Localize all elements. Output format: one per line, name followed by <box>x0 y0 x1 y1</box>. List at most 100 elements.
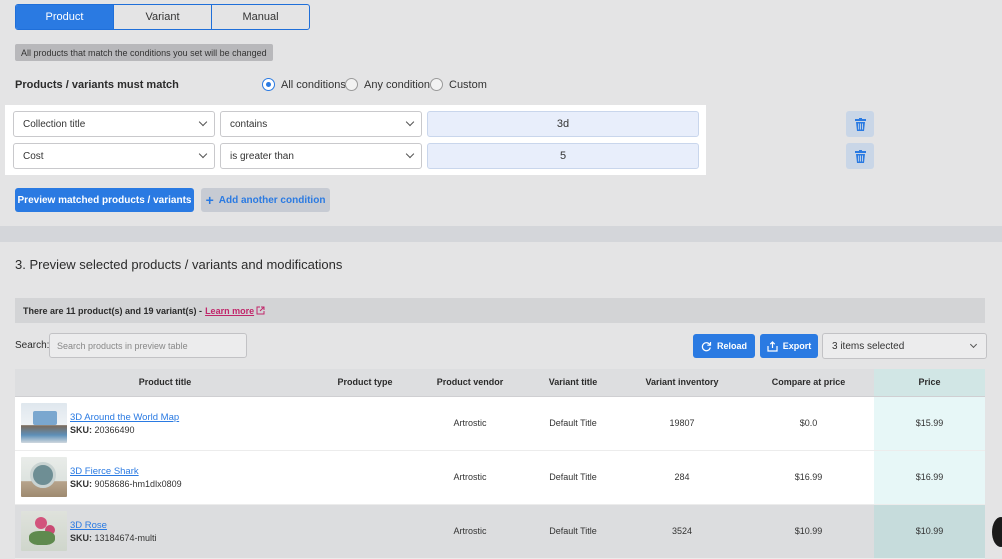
select-value: 3 items selected <box>832 340 905 352</box>
columns-select[interactable]: 3 items selected <box>822 333 987 359</box>
select-value: contains <box>230 118 268 130</box>
radio-custom[interactable]: Custom <box>430 78 487 91</box>
export-button[interactable]: Export <box>760 334 818 358</box>
variant-title-cell: Default Title <box>525 450 621 505</box>
radio-unchecked-icon <box>430 78 443 91</box>
sku-label: SKU: <box>70 424 92 435</box>
info-note: All products that match the conditions y… <box>15 44 273 61</box>
count-info-bar: There are 11 product(s) and 19 variant(s… <box>15 298 985 323</box>
sku-value: 9058686-hm1dlx0809 <box>94 478 182 489</box>
external-link-icon <box>256 306 265 315</box>
condition-value-input[interactable]: 5 <box>427 143 699 169</box>
variant-inventory-cell: 19807 <box>621 396 743 451</box>
table-row: 3D Fierce Shark SKU: 9058686-hm1dlx0809 … <box>15 450 985 505</box>
tab-manual[interactable]: Manual <box>211 5 309 29</box>
variant-inventory-cell: 284 <box>621 450 743 505</box>
product-type-cell <box>315 450 415 505</box>
delete-condition-button[interactable] <box>846 143 874 169</box>
radio-unchecked-icon <box>345 78 358 91</box>
compare-price-cell: $0.0 <box>743 396 874 451</box>
column-header[interactable]: Product vendor <box>415 369 525 397</box>
preview-matched-button[interactable]: Preview matched products / variants <box>15 188 194 212</box>
trash-icon <box>854 117 866 131</box>
product-title-cell: 3D Rose SKU: 13184674-multi <box>15 504 315 559</box>
product-title-cell: 3D Around the World Map SKU: 20366490 <box>15 396 315 451</box>
refresh-icon <box>701 341 712 351</box>
tab-variant[interactable]: Variant <box>113 5 211 29</box>
select-value: is greater than <box>230 150 294 162</box>
add-condition-button[interactable]: + Add another condition <box>201 188 330 212</box>
search-label: Search: <box>15 340 50 351</box>
radio-all-conditions[interactable]: All conditions <box>262 78 346 91</box>
product-link[interactable]: 3D Fierce Shark <box>70 466 182 477</box>
select-value: Cost <box>23 150 44 162</box>
select-value: Collection title <box>23 118 86 130</box>
column-header[interactable]: Product title <box>15 369 315 397</box>
chevron-down-icon <box>405 117 415 127</box>
search-input[interactable]: Search products in preview table <box>49 333 247 358</box>
column-header[interactable]: Variant inventory <box>621 369 743 397</box>
section-title: 3. Preview selected products / variants … <box>15 257 343 272</box>
product-vendor-cell: Artrostic <box>415 504 525 559</box>
chat-widget-icon[interactable] <box>992 517 1002 547</box>
add-condition-label: Add another condition <box>218 194 326 206</box>
price-cell: $10.99 <box>874 504 985 559</box>
table-header-row: Product title Product type Product vendo… <box>15 369 985 397</box>
condition-field-select[interactable]: Collection title <box>13 111 215 137</box>
condition-value-input[interactable]: 3d <box>427 111 699 137</box>
column-header[interactable]: Price <box>874 369 985 397</box>
radio-label: Custom <box>449 78 487 91</box>
table-row: 3D Around the World Map SKU: 20366490 Ar… <box>15 396 985 451</box>
count-text: There are 11 product(s) and 19 variant(s… <box>23 305 203 316</box>
plus-icon: + <box>205 192 214 208</box>
radio-label: Any condition <box>364 78 431 91</box>
sku-value: 20366490 <box>94 424 135 435</box>
export-label: Export <box>782 341 812 351</box>
sku-text: SKU: 13184674-multi <box>70 533 157 543</box>
compare-price-cell: $16.99 <box>743 450 874 505</box>
delete-condition-button[interactable] <box>846 111 874 137</box>
radio-label: All conditions <box>281 78 346 91</box>
product-thumbnail <box>21 403 67 443</box>
price-cell: $15.99 <box>874 396 985 451</box>
variant-title-cell: Default Title <box>525 396 621 451</box>
condition-operator-select[interactable]: is greater than <box>220 143 422 169</box>
table-row: 3D Rose SKU: 13184674-multi Artrostic De… <box>15 504 985 559</box>
radio-any-condition[interactable]: Any condition <box>345 78 430 91</box>
export-icon <box>767 340 778 352</box>
sku-text: SKU: 20366490 <box>70 425 179 435</box>
sku-value: 13184674-multi <box>94 532 157 543</box>
condition-field-select[interactable]: Cost <box>13 143 215 169</box>
chevron-down-icon <box>969 340 978 349</box>
variant-inventory-cell: 3524 <box>621 504 743 559</box>
product-title-cell: 3D Fierce Shark SKU: 9058686-hm1dlx0809 <box>15 450 315 505</box>
product-thumbnail <box>21 457 67 497</box>
mode-tabs: Product Variant Manual <box>15 4 310 30</box>
variant-title-cell: Default Title <box>525 504 621 559</box>
product-vendor-cell: Artrostic <box>415 396 525 451</box>
column-header[interactable]: Product type <box>315 369 415 397</box>
product-link[interactable]: 3D Rose <box>70 520 157 531</box>
sku-label: SKU: <box>70 478 92 489</box>
radio-checked-icon <box>262 78 275 91</box>
chevron-down-icon <box>405 149 415 159</box>
reload-label: Reload <box>716 341 747 351</box>
product-link[interactable]: 3D Around the World Map <box>70 412 179 423</box>
price-cell: $16.99 <box>874 450 985 505</box>
sku-text: SKU: 9058686-hm1dlx0809 <box>70 479 182 489</box>
tab-product[interactable]: Product <box>16 5 113 29</box>
product-type-cell <box>315 504 415 559</box>
product-type-cell <box>315 396 415 451</box>
chevron-down-icon <box>198 117 208 127</box>
sku-label: SKU: <box>70 532 92 543</box>
condition-operator-select[interactable]: contains <box>220 111 422 137</box>
learn-more-link[interactable]: Learn more <box>205 306 254 316</box>
preview-table: Product title Product type Product vendo… <box>15 369 985 559</box>
reload-button[interactable]: Reload <box>693 334 755 358</box>
compare-price-cell: $10.99 <box>743 504 874 559</box>
column-header[interactable]: Variant title <box>525 369 621 397</box>
section-divider <box>0 226 1002 242</box>
column-header[interactable]: Compare at price <box>743 369 874 397</box>
product-vendor-cell: Artrostic <box>415 450 525 505</box>
match-label: Products / variants must match <box>15 79 179 91</box>
